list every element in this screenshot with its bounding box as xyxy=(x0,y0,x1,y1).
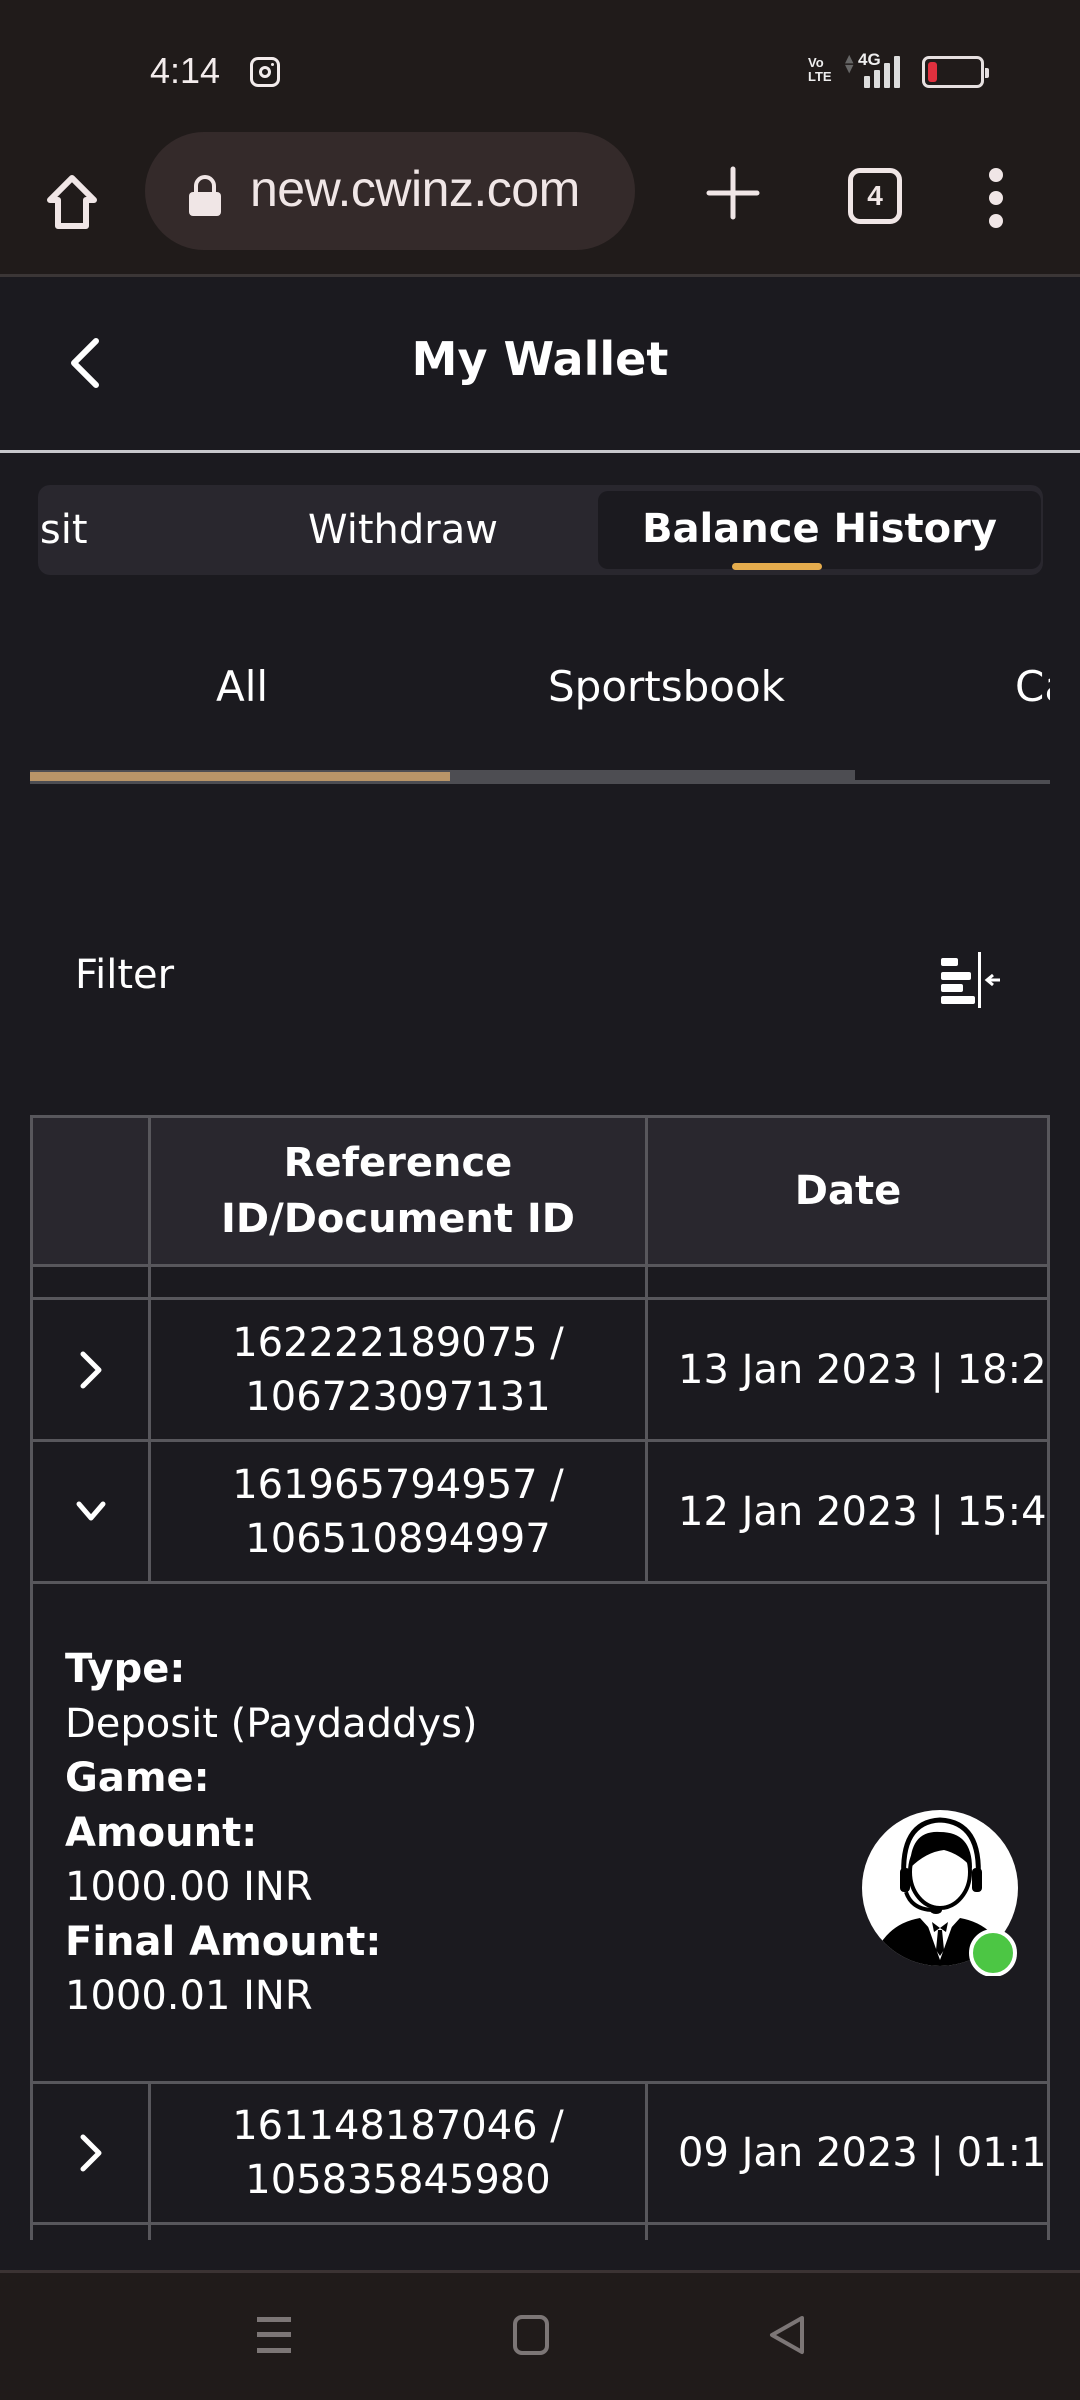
url-text: new.cwinz.com xyxy=(250,161,580,217)
system-navigation-bar xyxy=(0,2270,1080,2400)
browser-toolbar: new.cwinz.com 4 xyxy=(0,132,1080,277)
balance-history-table: Reference ID/Document ID Date 1622221890… xyxy=(30,1115,1050,2240)
tab-withdraw[interactable]: Withdraw xyxy=(258,485,548,575)
subtab-sportsbook[interactable]: Sportsbook xyxy=(548,662,785,711)
instagram-notification-icon xyxy=(250,57,280,87)
subtab-active-indicator xyxy=(30,772,450,781)
detail-type-label: Type: xyxy=(65,1646,186,1692)
tab-switcher-button[interactable]: 4 xyxy=(848,168,902,224)
tab-deposit[interactable]: posit xyxy=(38,485,220,575)
recents-icon xyxy=(257,2317,291,2353)
chevron-right-icon xyxy=(80,1351,101,1388)
reference-id: 162222189075 / xyxy=(232,1319,564,1366)
subtab-all[interactable]: All xyxy=(216,662,268,711)
home-icon xyxy=(47,175,97,229)
collapse-row-button[interactable] xyxy=(33,1442,151,1581)
active-tab-underline xyxy=(732,563,822,570)
cell-date: 13 Jan 2023 | 18:26 xyxy=(678,1346,1048,1393)
detail-type-value: Deposit (Paydaddys) xyxy=(65,1700,478,1747)
page-header: My Wallet xyxy=(0,277,1080,453)
data-activity-icon: ▲ ▼ xyxy=(845,52,854,75)
signal-strength-icon xyxy=(862,56,902,88)
table-header: Reference ID/Document ID Date xyxy=(30,1115,1050,1267)
cell-reference xyxy=(151,1267,648,1297)
filter-toggle-button[interactable] xyxy=(940,952,1006,1010)
cell-expand xyxy=(33,2225,151,2240)
detail-amount-label: Amount: xyxy=(65,1809,258,1856)
lock-icon xyxy=(189,175,221,216)
reference-id: 161965794957 / xyxy=(232,1461,564,1508)
column-header-date: Date xyxy=(794,1168,902,1214)
table-row[interactable]: 162222189075 / 106723097131 13 Jan 2023 … xyxy=(30,1300,1050,1442)
back-triangle-icon xyxy=(770,2316,804,2354)
home-button[interactable] xyxy=(40,170,104,234)
expand-row-button[interactable] xyxy=(33,2084,151,2222)
volte-top: Vo xyxy=(808,55,824,70)
cell-date xyxy=(648,2225,1048,2240)
cell-reference xyxy=(151,2225,648,2240)
volte-bottom: LTE xyxy=(808,69,832,84)
expand-row-button[interactable] xyxy=(33,1300,151,1439)
volte-icon: Vo LTE xyxy=(808,56,832,84)
home-nav-button[interactable] xyxy=(513,2315,549,2359)
live-support-button[interactable] xyxy=(860,1810,1026,1977)
battery-level xyxy=(928,62,937,82)
recents-button[interactable] xyxy=(255,2315,293,2359)
detail-game-label: Game: xyxy=(65,1755,210,1801)
cell-reference: 161965794957 / 106510894997 xyxy=(151,1442,648,1581)
collapse-filter-icon xyxy=(941,952,1000,1008)
cell-expand xyxy=(33,1267,151,1297)
table-row-partial xyxy=(30,2225,1050,2240)
column-header-reference: Reference ID/Document ID xyxy=(151,1118,648,1264)
status-time: 4:14 xyxy=(150,50,221,91)
detail-final-amount-value: 1000.01 INR xyxy=(65,1973,313,2019)
browser-menu-button[interactable] xyxy=(985,168,1007,228)
cell-date: 12 Jan 2023 | 15:49 xyxy=(678,1488,1048,1535)
table-row-clipped xyxy=(30,1267,1050,1300)
chevron-right-icon xyxy=(80,2134,101,2172)
column-header-expand xyxy=(33,1118,151,1264)
status-bar: 4:14 Vo LTE ▲ ▼ 4G xyxy=(0,0,1080,140)
transaction-details: Type: Deposit (Paydaddys) Game: Amount: … xyxy=(65,1642,478,2024)
reference-id: 161148187046 / xyxy=(232,2103,564,2149)
battery-icon xyxy=(922,56,989,88)
document-id: 106723097131 xyxy=(245,1373,551,1420)
plus-icon xyxy=(706,166,760,220)
tab-balance-history[interactable]: Balance History xyxy=(598,491,1041,569)
wallet-tabs: posit Withdraw Balance History xyxy=(38,485,1043,575)
document-id: 106510894997 xyxy=(245,1515,551,1562)
detail-final-amount-label: Final Amount: xyxy=(65,1918,382,1965)
table-row-expanded[interactable]: 161965794957 / 106510894997 12 Jan 2023 … xyxy=(30,1442,1050,1584)
back-nav-button[interactable] xyxy=(768,2315,806,2359)
chevron-down-icon xyxy=(76,1501,105,1520)
cell-reference: 161148187046 / 105835845980 xyxy=(151,2084,648,2222)
table-row[interactable]: 161148187046 / 105835845980 09 Jan 2023 … xyxy=(30,2084,1050,2225)
page-title: My Wallet xyxy=(411,332,669,386)
cell-date: 09 Jan 2023 | 01:14 xyxy=(678,2130,1048,2176)
document-id: 105835845980 xyxy=(245,2157,551,2203)
filter-label: Filter xyxy=(75,952,175,998)
cell-reference: 162222189075 / 106723097131 xyxy=(151,1300,648,1439)
detail-amount-value: 1000.00 INR xyxy=(65,1864,313,1910)
address-bar[interactable]: new.cwinz.com xyxy=(145,132,635,250)
category-tabs: All Sportsbook Ca xyxy=(30,640,1050,760)
cell-date xyxy=(648,1267,1048,1297)
support-agent-avatar-icon xyxy=(862,1810,1018,1977)
home-square-icon xyxy=(513,2315,549,2355)
subtab-casino[interactable]: Ca xyxy=(1015,662,1050,711)
new-tab-button[interactable] xyxy=(705,165,761,221)
